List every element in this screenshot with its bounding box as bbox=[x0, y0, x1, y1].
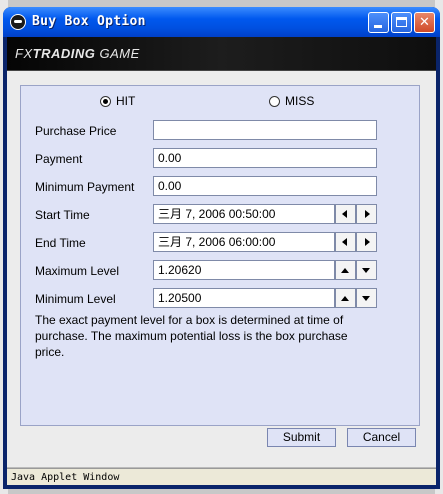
maximum-level-down-button[interactable] bbox=[356, 260, 377, 280]
arrow-right-icon bbox=[365, 238, 370, 246]
arrow-up-icon bbox=[341, 268, 349, 273]
miss-radio[interactable]: MISS bbox=[269, 94, 314, 108]
hit-radio[interactable]: HIT bbox=[100, 94, 135, 108]
maximum-level-label: Maximum Level bbox=[35, 264, 120, 278]
arrow-up-icon bbox=[341, 296, 349, 301]
minimum-payment-label: Minimum Payment bbox=[35, 180, 135, 194]
maximum-level-spinner[interactable]: 1.20620 bbox=[153, 260, 377, 280]
start-time-value[interactable]: 三月 7, 2006 00:50:00 bbox=[153, 204, 335, 224]
radio-selected-icon[interactable] bbox=[100, 96, 111, 107]
fxtrading-game-logo: FXTRADING GAME bbox=[15, 46, 140, 61]
maximum-level-value[interactable]: 1.20620 bbox=[153, 260, 335, 280]
end-time-next-button[interactable] bbox=[356, 232, 377, 252]
dialog-body: HIT MISS Purchase Price Payment 0.00 Min… bbox=[7, 71, 436, 468]
minimize-icon[interactable] bbox=[368, 12, 389, 33]
arrow-down-icon bbox=[362, 268, 370, 273]
maximize-icon[interactable] bbox=[391, 12, 412, 33]
brand-banner: FXTRADING GAME bbox=[7, 37, 436, 71]
purchase-price-label: Purchase Price bbox=[35, 124, 117, 138]
cancel-button[interactable]: Cancel bbox=[347, 428, 416, 447]
buy-box-option-window: Buy Box Option ✕ FXTRADING GAME HIT MISS… bbox=[3, 7, 440, 489]
minimum-level-label: Minimum Level bbox=[35, 292, 116, 306]
minimum-level-down-button[interactable] bbox=[356, 288, 377, 308]
minimum-level-value[interactable]: 1.20500 bbox=[153, 288, 335, 308]
arrow-down-icon bbox=[362, 296, 370, 301]
minimum-payment-input[interactable]: 0.00 bbox=[153, 176, 377, 196]
hit-label: HIT bbox=[116, 94, 136, 108]
start-time-label: Start Time bbox=[35, 208, 90, 222]
java-applet-status-bar: Java Applet Window bbox=[7, 468, 436, 485]
payment-input[interactable]: 0.00 bbox=[153, 148, 377, 168]
end-time-label: End Time bbox=[35, 236, 86, 250]
java-window-icon[interactable] bbox=[10, 14, 26, 30]
window-client-area: FXTRADING GAME HIT MISS Purchase Price P… bbox=[7, 37, 436, 485]
title-bar[interactable]: Buy Box Option ✕ bbox=[3, 7, 440, 37]
start-time-prev-button[interactable] bbox=[335, 204, 356, 224]
end-time-spinner[interactable]: 三月 7, 2006 06:00:00 bbox=[153, 232, 377, 252]
payment-label: Payment bbox=[35, 152, 83, 166]
arrow-left-icon bbox=[342, 238, 347, 246]
end-time-prev-button[interactable] bbox=[335, 232, 356, 252]
minimum-level-up-button[interactable] bbox=[335, 288, 356, 308]
payment-disclaimer-text: The exact payment level for a box is det… bbox=[35, 313, 348, 359]
start-time-spinner[interactable]: 三月 7, 2006 00:50:00 bbox=[153, 204, 377, 224]
miss-label: MISS bbox=[285, 94, 315, 108]
window-title: Buy Box Option bbox=[32, 14, 146, 29]
purchase-price-input[interactable] bbox=[153, 120, 377, 140]
close-icon[interactable]: ✕ bbox=[414, 12, 435, 33]
submit-button[interactable]: Submit bbox=[267, 428, 336, 447]
box-option-panel: HIT MISS Purchase Price Payment 0.00 Min… bbox=[20, 85, 420, 426]
maximum-level-up-button[interactable] bbox=[335, 260, 356, 280]
arrow-left-icon bbox=[342, 210, 347, 218]
arrow-right-icon bbox=[365, 210, 370, 218]
radio-unselected-icon[interactable] bbox=[269, 96, 280, 107]
minimum-level-spinner[interactable]: 1.20500 bbox=[153, 288, 377, 308]
start-time-next-button[interactable] bbox=[356, 204, 377, 224]
end-time-value[interactable]: 三月 7, 2006 06:00:00 bbox=[153, 232, 335, 252]
